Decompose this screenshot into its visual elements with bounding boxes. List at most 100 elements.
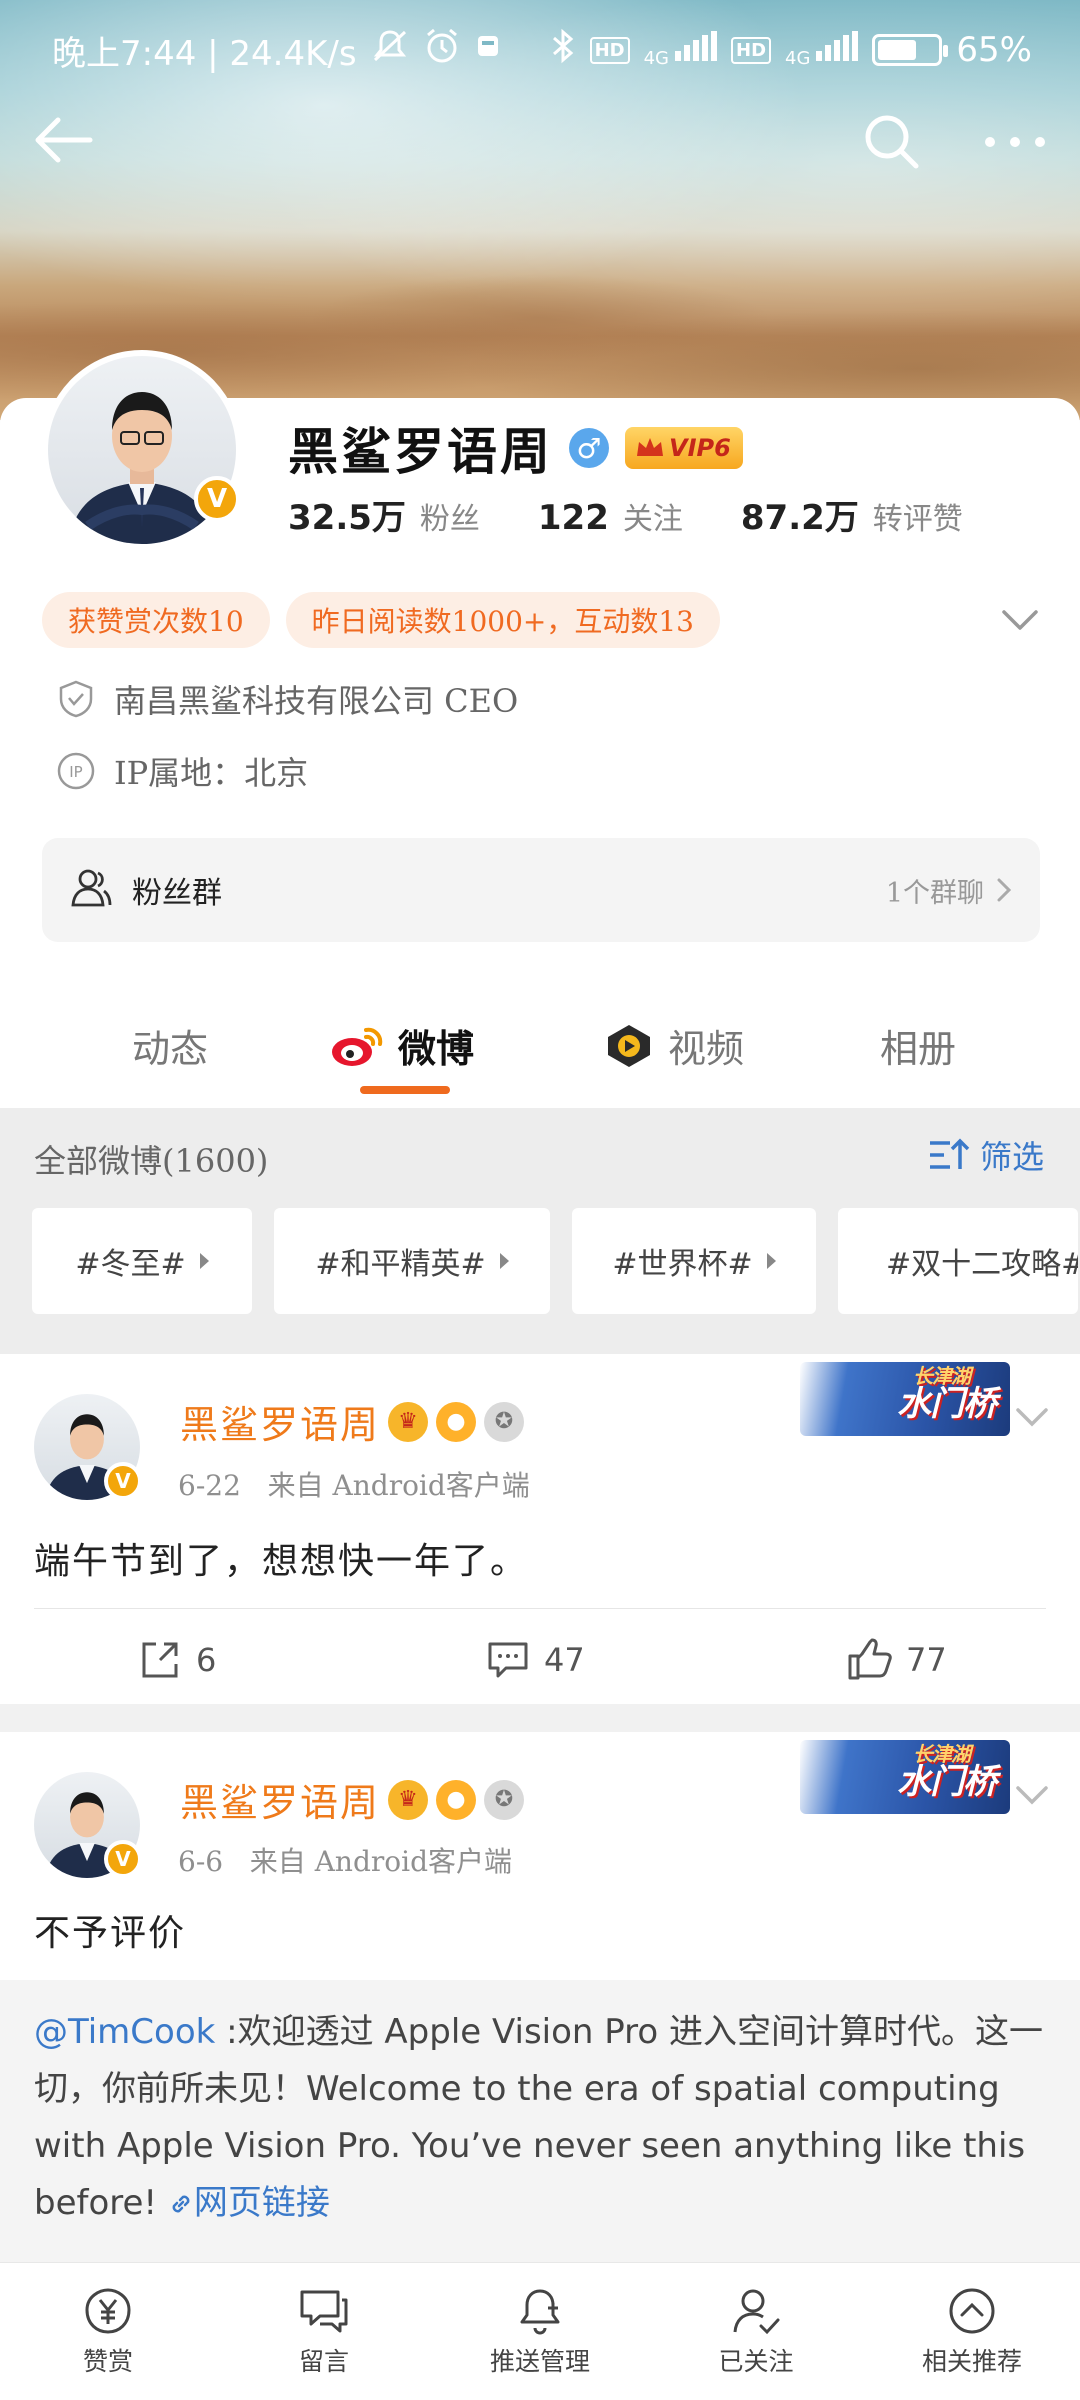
crown-icon (637, 438, 663, 456)
topic-label: #世界杯# (612, 1247, 753, 1282)
message-button[interactable]: 留言 (216, 2263, 432, 2400)
post-date: 6-6 (178, 1845, 224, 1878)
mention-link[interactable]: @TimCook (34, 2012, 215, 2052)
fan-badge-icon: ● (436, 1779, 477, 1820)
chevron-down-icon (1016, 1786, 1048, 1805)
achievement-chips: 获赞赏次数10 昨日阅读数1000+，互动数13 (42, 592, 720, 648)
profile-avatar[interactable]: V (42, 350, 242, 550)
following-button[interactable]: 已关注 (648, 2263, 864, 2400)
tab-activity[interactable]: 动态 (132, 1018, 208, 1073)
post-menu-button[interactable] (1010, 1400, 1054, 1436)
movie-banner[interactable]: 长津湖 水门桥 (800, 1362, 1010, 1436)
triangle-right-icon (766, 1253, 776, 1269)
like-count: 77 (906, 1641, 947, 1679)
comment-icon (488, 1642, 528, 1678)
bottom-label: 赞赏 (82, 2346, 133, 2376)
post-meta: 6-6 来自 Android客户端 (178, 1840, 512, 1880)
chip-reward-count[interactable]: 获赞赏次数10 (42, 592, 270, 648)
reposted-content[interactable]: @TimCook :欢迎透过 Apple Vision Pro 进入空间计算时代… (0, 1980, 1080, 2262)
fan-group-count: 1个群聊 (886, 871, 1014, 910)
chip-read-stats[interactable]: 昨日阅读数1000+，互动数13 (285, 592, 720, 648)
stat-value: 32.5万 (288, 498, 406, 538)
post-author-row: 黑鲨罗语周 ♛ ● ✪ (180, 1772, 525, 1827)
stat-value: 87.2万 (740, 498, 859, 538)
tab-album[interactable]: 相册 (880, 1018, 956, 1073)
banner-text: 水门桥 (897, 1762, 997, 1802)
post-content[interactable]: 端午节到了，想想快一年了。 (34, 1532, 528, 1584)
profile-name: 黑鲨罗语周 (288, 422, 553, 481)
filter-button[interactable]: 筛选 (928, 1132, 1044, 1178)
stat-value: 122 (537, 498, 609, 538)
tab-weibo[interactable]: 微博 (330, 1018, 474, 1073)
topic-chip[interactable]: #和平精英# (274, 1208, 550, 1314)
bottom-label: 留言 (298, 2346, 349, 2376)
expand-profile-button[interactable] (996, 600, 1044, 640)
push-settings-button[interactable]: 推送管理 (432, 2263, 648, 2400)
signal-icon (816, 31, 859, 69)
vip-crown-icon: ♛ (388, 1779, 429, 1820)
search-button[interactable] (860, 110, 924, 174)
thumbs-up-icon (848, 1638, 892, 1680)
vip-badge[interactable]: VIP6 (625, 427, 743, 469)
topic-chip[interactable]: #世界杯# (572, 1208, 816, 1314)
bottom-label: 已关注 (718, 2346, 794, 2376)
network-type: 4G (785, 48, 811, 69)
verified-badge: V (194, 476, 240, 522)
company-text: 南昌黑鲨科技有限公司 CEO (114, 682, 519, 720)
back-button[interactable] (30, 112, 100, 168)
profile-tabs: 动态 微博 视频 相册 (0, 978, 1080, 1108)
bluetooth-icon (550, 28, 576, 72)
hd-badge: HD (589, 36, 630, 64)
reward-button[interactable]: 赞赏 (0, 2263, 216, 2400)
tab-label: 动态 (132, 1027, 209, 1071)
post-author-name[interactable]: 黑鲨罗语周 (180, 1772, 380, 1827)
fan-group-label: 粉丝群 (132, 876, 222, 911)
fan-group-count-text: 1个群聊 (885, 877, 984, 909)
app-icon (475, 32, 501, 68)
signal-icon (675, 31, 717, 69)
bottom-label: 推送管理 (489, 2346, 590, 2376)
movie-banner[interactable]: 长津湖 水门桥 (800, 1740, 1010, 1814)
vip-label: VIP6 (669, 434, 731, 462)
medal-icon: ✪ (484, 1401, 525, 1442)
weibo-post[interactable]: V 黑鲨罗语周 ♛ ● ✪ 长津湖 水门桥 6-22 来自 Android客户端… (0, 1354, 1080, 1704)
repost-button[interactable]: 6 (138, 1638, 216, 1682)
filter-sort-icon (930, 1138, 970, 1169)
like-button[interactable]: 77 (846, 1638, 947, 1682)
stat-interactions[interactable]: 87.2万 转评赞 (741, 490, 963, 539)
link-icon (172, 2195, 190, 2213)
svg-text:IP: IP (69, 763, 82, 781)
ip-location-info: IP IP属地：北京 (56, 748, 308, 794)
topic-chip[interactable]: #冬至# (32, 1208, 252, 1314)
comment-button[interactable]: 47 (486, 1638, 585, 1682)
tab-label: 视频 (668, 1027, 745, 1071)
weibo-post[interactable]: V 黑鲨罗语周 ♛ ● ✪ 长津湖 水门桥 6-6 来自 Android客户端 … (0, 1732, 1080, 2262)
post-menu-button[interactable] (1010, 1778, 1054, 1814)
tab-video[interactable]: 视频 (604, 1018, 744, 1073)
post-author-name[interactable]: 黑鲨罗语周 (180, 1394, 380, 1449)
more-button[interactable] (980, 110, 1050, 174)
triangle-right-icon (199, 1253, 209, 1269)
mute-icon (371, 28, 409, 72)
recommendations-button[interactable]: 相关推荐 (864, 2263, 1080, 2400)
fan-group-row[interactable]: 粉丝群 1个群聊 (42, 838, 1040, 942)
post-content[interactable]: 不予评价 (34, 1904, 186, 1956)
verified-badge: V (104, 1462, 142, 1500)
web-link[interactable]: 网页链接 (168, 2183, 330, 2223)
topic-chip[interactable]: #双十二攻略# (838, 1208, 1078, 1314)
stat-followers[interactable]: 32.5万 粉丝 (288, 490, 480, 539)
post-source: 来自 Android客户端 (267, 1469, 530, 1502)
post-source: 来自 Android客户端 (249, 1845, 512, 1878)
yuan-coin-icon (85, 2287, 131, 2334)
ip-location-text: IP属地：北京 (114, 754, 309, 792)
comment-count: 47 (544, 1641, 585, 1679)
medal-icon: ✪ (484, 1779, 525, 1820)
post-actions: 6 47 77 (0, 1608, 1080, 1708)
battery-fill (878, 40, 917, 60)
more-dots-icon (985, 137, 1045, 147)
status-bar: 晚上7:44 | 24.4K/s HD 4G HD 4G 65% (0, 0, 1080, 100)
stat-following[interactable]: 122 关注 (538, 494, 683, 538)
banner-text: 水门桥 (897, 1384, 997, 1424)
company-info: 南昌黑鲨科技有限公司 CEO (56, 676, 518, 722)
stat-label: 粉丝 (419, 502, 480, 537)
